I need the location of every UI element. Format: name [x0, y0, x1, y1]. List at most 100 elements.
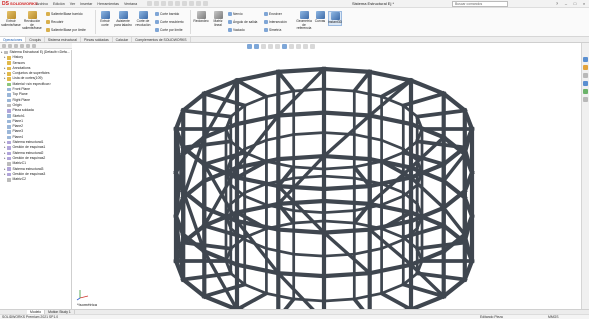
- dimxpert-icon[interactable]: [20, 43, 24, 48]
- tab-piezas-soldadas[interactable]: Piezas soldadas: [81, 37, 113, 42]
- revolve-cut-button[interactable]: Corte de revolución: [134, 11, 152, 27]
- swept-cut-button[interactable]: Corte barrido: [155, 11, 179, 16]
- undo-icon[interactable]: [182, 1, 188, 6]
- intersect-button[interactable]: Intersección: [264, 19, 287, 24]
- resources-icon[interactable]: [583, 57, 588, 62]
- window-controls: ? – □ ×: [554, 1, 587, 6]
- diagonal-brace: [367, 227, 414, 268]
- save-icon[interactable]: [168, 1, 174, 6]
- revolve-cut-icon: [138, 11, 148, 19]
- help-icon[interactable]: ?: [554, 1, 560, 6]
- mirror-icon: [264, 27, 268, 32]
- linear-pattern-button[interactable]: Matriz lineal: [211, 11, 225, 27]
- new-icon[interactable]: [154, 1, 160, 6]
- tree-item[interactable]: MatrizC2: [0, 177, 71, 182]
- close-icon[interactable]: ×: [581, 1, 587, 6]
- ring-beam: [321, 227, 372, 235]
- display-manager-icon[interactable]: [26, 43, 30, 48]
- select-icon[interactable]: [189, 1, 195, 6]
- ring-beam: [367, 262, 414, 276]
- custom-properties-icon[interactable]: [583, 97, 588, 102]
- folder-icon: [7, 72, 11, 76]
- menu-edicion[interactable]: Edición: [53, 2, 65, 6]
- menu-insertar[interactable]: Insertar: [80, 2, 92, 6]
- ring-beam: [322, 87, 356, 93]
- revolve-boss-icon: [27, 11, 37, 19]
- design-library-icon[interactable]: [583, 65, 588, 70]
- rib-button[interactable]: Nervio: [228, 11, 243, 16]
- feature-tree-icon[interactable]: [2, 43, 6, 48]
- radial-beam: [415, 139, 467, 150]
- tree-item-label: MatrizC2: [12, 177, 27, 182]
- menu-ver[interactable]: Ver: [70, 2, 75, 6]
- tab-calcular[interactable]: Calcular: [113, 37, 133, 42]
- ring-beam: [292, 174, 326, 180]
- boundary-boss-button[interactable]: Saliente/Base por límite: [46, 27, 86, 32]
- boundary-cut-button[interactable]: Corte por límite: [155, 27, 183, 32]
- ring-beam: [276, 270, 327, 279]
- shell-button[interactable]: Vaciado: [228, 27, 245, 32]
- lofted-cut-button[interactable]: Corte recubierto: [155, 19, 184, 24]
- instant3d-button[interactable]: Instant3D: [328, 11, 342, 26]
- menu-herramientas[interactable]: Herramientas: [97, 2, 119, 6]
- graphics-area[interactable]: *Isométrica: [72, 43, 581, 309]
- ring-beam: [276, 198, 327, 207]
- solidworks-logo[interactable]: DS SOLIDWORKS: [2, 0, 38, 7]
- tab-operaciones[interactable]: Operaciones: [0, 37, 27, 42]
- print-icon[interactable]: [175, 1, 181, 6]
- reference-geometry-button[interactable]: Geometría de referencia: [295, 11, 313, 31]
- mirror-button[interactable]: Simetría: [264, 27, 281, 32]
- extrude-boss-button[interactable]: Extruir saliente/base: [1, 11, 21, 27]
- rib-icon: [228, 11, 232, 16]
- draft-button[interactable]: Ángulo de salida: [228, 19, 257, 24]
- ring-beam: [292, 219, 326, 225]
- version-text: SOLIDWORKS Premium 2021 SP1.0: [2, 315, 59, 319]
- radial-beam: [181, 108, 233, 119]
- structural-frame-model[interactable]: [72, 43, 581, 309]
- view-palette-icon[interactable]: [583, 81, 588, 86]
- open-icon[interactable]: [161, 1, 167, 6]
- ring-beam: [379, 138, 406, 151]
- ring-beam: [242, 282, 269, 296]
- swept-boss-icon: [46, 11, 50, 16]
- ring-beam: [322, 174, 356, 180]
- ring-beam: [292, 87, 326, 93]
- menu-ventana[interactable]: Ventana: [124, 2, 137, 6]
- ring-beam: [321, 270, 372, 279]
- tab-sistema-estructural[interactable]: Sistema estructural: [45, 37, 81, 42]
- tab-complementos[interactable]: Complementos de SOLIDWORKS: [132, 37, 191, 42]
- revolve-boss-button[interactable]: Revolución de saliente/base: [22, 11, 42, 31]
- home-icon[interactable]: [147, 1, 153, 6]
- radial-beam: [234, 290, 269, 309]
- options-icon[interactable]: [203, 1, 209, 6]
- hole-wizard-button[interactable]: Asistente para taladro: [114, 11, 132, 27]
- search-input[interactable]: Buscar comandos: [452, 1, 508, 7]
- units-selector[interactable]: MMGS: [548, 315, 559, 320]
- minimize-icon[interactable]: –: [563, 1, 569, 6]
- status-bar: SOLIDWORKS Premium 2021 SP1.0 Editando P…: [0, 314, 589, 319]
- pattern-icon: [7, 178, 11, 182]
- ring-beam: [242, 194, 269, 207]
- ring-beam: [321, 66, 372, 75]
- fillet-button[interactable]: Redondeo: [193, 11, 209, 24]
- menu-archivo[interactable]: Archivo: [36, 2, 48, 6]
- extrude-cut-button[interactable]: Extruir corte: [98, 11, 112, 27]
- curves-button[interactable]: Curvas: [314, 11, 326, 24]
- feature-tree: ▸ Sistema Estructural Ej (Default<<Defa..…: [0, 50, 72, 310]
- property-manager-icon[interactable]: [8, 43, 12, 48]
- ring-beam: [440, 276, 468, 300]
- corner-icon: [7, 156, 11, 161]
- rebuild-icon[interactable]: [196, 1, 202, 6]
- loft-button[interactable]: Recubrir: [46, 19, 63, 24]
- ring-beam: [180, 90, 208, 114]
- tab-croquis[interactable]: Croquis: [26, 37, 45, 42]
- appearances-icon[interactable]: [583, 89, 588, 94]
- maximize-icon[interactable]: □: [572, 1, 578, 6]
- chevron-right-icon[interactable]: [32, 43, 36, 48]
- ring-beam: [321, 198, 372, 207]
- configuration-icon[interactable]: [14, 43, 18, 48]
- swept-boss-button[interactable]: Saliente/Base barrido: [46, 11, 83, 16]
- wrap-button[interactable]: Envolver: [264, 11, 282, 16]
- file-explorer-icon[interactable]: [583, 73, 588, 78]
- origin-icon: [7, 103, 11, 108]
